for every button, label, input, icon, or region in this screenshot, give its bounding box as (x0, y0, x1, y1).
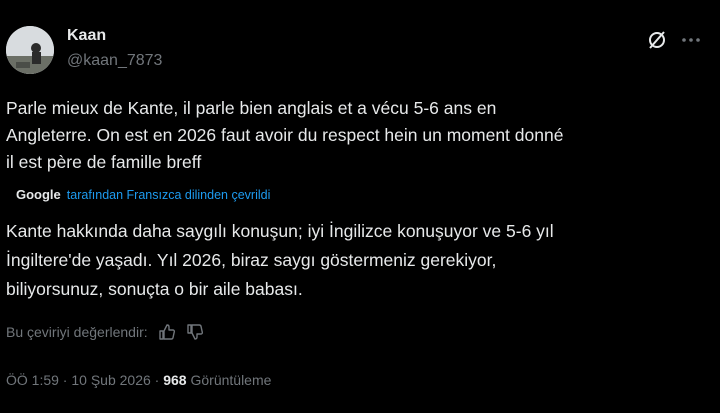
avatar[interactable] (6, 26, 54, 74)
more-icon[interactable] (680, 30, 702, 50)
tweet-card: Kaan @kaan_7873 Parle mieux de Kante, il… (0, 0, 720, 413)
thumbs-up-icon[interactable] (158, 323, 176, 341)
views-label: Görüntüleme (186, 372, 272, 388)
tweet-text: Parle mieux de Kante, il parle bien angl… (6, 98, 564, 172)
tweet-date[interactable]: 10 Şub 2026 (71, 372, 150, 388)
tweet-meta: ÖÖ 1:59 · 10 Şub 2026 · 968 Görüntüleme (6, 372, 271, 388)
author-handle[interactable]: @kaan_7873 (67, 52, 162, 70)
translation-text: Kante hakkında daha saygılı konuşun; iyi… (6, 221, 554, 299)
views-count: 968 (163, 372, 187, 388)
grok-icon[interactable] (647, 30, 667, 50)
rate-label: Bu çeviriyi değerlendir: (6, 324, 148, 340)
meta-separator: · (58, 372, 72, 388)
author-name[interactable]: Kaan (67, 27, 106, 45)
thumbs-down-icon[interactable] (186, 323, 204, 341)
translation-attribution: Google tarafından Fransızca dilinden çev… (16, 187, 270, 202)
rate-translation: Bu çeviriyi değerlendir: (6, 323, 204, 341)
tweet-time[interactable]: ÖÖ 1:59 (6, 372, 59, 388)
translation-note-link[interactable]: tarafından Fransızca dilinden çevrildi (67, 188, 271, 202)
meta-separator: · (150, 372, 164, 388)
google-logo: Google (16, 187, 61, 202)
